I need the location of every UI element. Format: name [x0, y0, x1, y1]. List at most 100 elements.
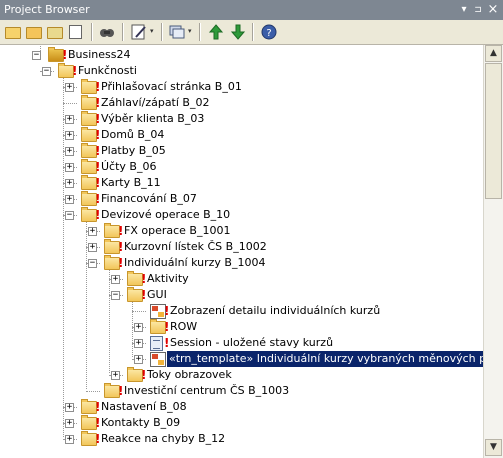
- pin-icon[interactable]: ⊐: [471, 3, 485, 17]
- tree-item[interactable]: ! Záhlaví/zápatí B_02: [0, 95, 483, 111]
- locked-marker-icon: !: [95, 192, 101, 206]
- tree-item-label: Financování B_07: [101, 192, 197, 205]
- scroll-thumb[interactable]: [485, 63, 502, 199]
- tree-expander-icon[interactable]: −: [42, 67, 51, 76]
- panel-titlebar: Project Browser ▾ ⊐ ×: [0, 0, 503, 20]
- tree-item[interactable]: +! Přihlašovací stránka B_01: [0, 79, 483, 95]
- locked-marker-icon: !: [164, 320, 170, 334]
- tree-expander-icon[interactable]: +: [88, 243, 97, 252]
- tree-item[interactable]: −! Business24: [0, 47, 483, 63]
- tree-expander-icon[interactable]: +: [88, 227, 97, 236]
- tree-item[interactable]: +! Kontakty B_09: [0, 415, 483, 431]
- tree-item[interactable]: ! Zobrazení detailu individuálních kurzů: [0, 303, 483, 319]
- tree-item-label: Funkčnosti: [78, 64, 137, 77]
- tree-item[interactable]: +! Domů B_04: [0, 127, 483, 143]
- tree-item[interactable]: +! Aktivity: [0, 271, 483, 287]
- tree-item-label: Business24: [68, 48, 131, 61]
- vertical-scrollbar[interactable]: ▲ ▼: [483, 45, 503, 458]
- tree-item-label: Domů B_04: [101, 128, 165, 141]
- tree-expander-icon[interactable]: +: [65, 403, 74, 412]
- edit-icon[interactable]: [131, 24, 147, 40]
- tree-expander-icon[interactable]: +: [65, 115, 74, 124]
- tree-item[interactable]: +! Výběr klienta B_03: [0, 111, 483, 127]
- project-tree: −! Business24−! Funkčnosti +! Přihlašovací s…: [0, 45, 483, 458]
- tree-item-label: Session - uložené stavy kurzů: [170, 336, 334, 349]
- dropdown-icon[interactable]: ▾: [457, 3, 471, 17]
- tree-item[interactable]: +! Nastavení B_08: [0, 399, 483, 415]
- tree-expander-icon[interactable]: +: [111, 275, 120, 284]
- tree-item[interactable]: +! Kurzovní lístek ČS B_1002: [0, 239, 483, 255]
- tree-expander-icon[interactable]: −: [65, 211, 74, 220]
- windows-icon[interactable]: [169, 24, 185, 40]
- tree-connector-line: [86, 391, 100, 392]
- tree-item-label: Devizové operace B_10: [101, 208, 231, 221]
- locked-marker-icon: !: [95, 96, 101, 110]
- locked-marker-icon: !: [95, 112, 101, 126]
- help-icon[interactable]: ?: [261, 24, 277, 40]
- tree-item-label: Nastavení B_08: [101, 400, 187, 413]
- tree-item[interactable]: ! Investiční centrum ČS B_1003: [0, 383, 483, 399]
- edit-dropdown-caret-icon[interactable]: ▾: [150, 27, 154, 35]
- windows-dropdown-caret-icon[interactable]: ▾: [188, 27, 192, 35]
- tree-item[interactable]: −! GUI: [0, 287, 483, 303]
- move-down-icon[interactable]: [230, 24, 246, 40]
- locked-marker-icon: !: [164, 336, 170, 350]
- tree-expander-icon[interactable]: −: [111, 291, 120, 300]
- tree-item-label: Platby B_05: [101, 144, 166, 157]
- tree-expander-icon[interactable]: +: [65, 179, 74, 188]
- tree-item[interactable]: +! Platby B_05: [0, 143, 483, 159]
- new-project-icon[interactable]: [5, 24, 21, 40]
- find-icon[interactable]: [99, 24, 115, 40]
- tree-expander-icon[interactable]: +: [65, 131, 74, 140]
- tree-item[interactable]: +! Session - uložené stavy kurzů: [0, 335, 483, 351]
- tree-expander-icon[interactable]: +: [65, 419, 74, 428]
- tree-item[interactable]: −! Devizové operace B_10: [0, 207, 483, 223]
- tree-expander-icon[interactable]: +: [134, 339, 143, 348]
- locked-marker-icon: !: [118, 384, 124, 398]
- toolbar-separator: [91, 23, 93, 41]
- tree-expander-icon[interactable]: +: [111, 371, 120, 380]
- scroll-down-button[interactable]: ▼: [485, 439, 502, 456]
- tree-expander-icon[interactable]: +: [65, 147, 74, 156]
- locked-marker-icon: !: [95, 400, 101, 414]
- locked-marker-icon: !: [95, 176, 101, 190]
- tree-item-label: FX operace B_1001: [124, 224, 231, 237]
- tree-item[interactable]: +! Reakce na chyby B_12: [0, 431, 483, 447]
- tree-item[interactable]: +! Financování B_07: [0, 191, 483, 207]
- locked-marker-icon: !: [118, 256, 124, 270]
- tree-expander-icon[interactable]: +: [134, 323, 143, 332]
- locked-marker-icon: !: [62, 48, 68, 62]
- gui-element-icon: [150, 352, 166, 367]
- locked-marker-icon: !: [95, 80, 101, 94]
- tree-expander-icon[interactable]: −: [88, 259, 97, 268]
- move-up-icon[interactable]: [208, 24, 224, 40]
- close-icon[interactable]: ×: [486, 3, 500, 17]
- tree-item[interactable]: + «trn_template» Individuální kurzy vybra…: [0, 351, 483, 367]
- tree-item[interactable]: −! Individuální kurzy B_1004: [0, 255, 483, 271]
- toolbar-separator: [161, 23, 163, 41]
- tree-item[interactable]: +! ROW: [0, 319, 483, 335]
- tree-item[interactable]: −! Funkčnosti: [0, 63, 483, 79]
- tree-item-label: Zobrazení detailu individuálních kurzů: [170, 304, 381, 317]
- tree-item[interactable]: +! FX operace B_1001: [0, 223, 483, 239]
- properties-icon[interactable]: [68, 24, 84, 40]
- tree-item-label: Kurzovní lístek ČS B_1002: [124, 240, 267, 253]
- tree-expander-icon[interactable]: +: [65, 435, 74, 444]
- locked-marker-icon: !: [141, 368, 147, 382]
- locked-marker-icon: !: [118, 224, 124, 238]
- tree-item[interactable]: +! Karty B_11: [0, 175, 483, 191]
- tree-item-label: Výběr klienta B_03: [101, 112, 205, 125]
- tree-item[interactable]: +! Toky obrazovek: [0, 367, 483, 383]
- open-folder-icon[interactable]: [26, 24, 42, 40]
- tree-expander-icon[interactable]: +: [65, 83, 74, 92]
- tree-item-label: Přihlašovací stránka B_01: [101, 80, 242, 93]
- tree-view-icon[interactable]: [47, 24, 63, 40]
- panel-title: Project Browser: [4, 3, 90, 16]
- tree-expander-icon[interactable]: +: [65, 163, 74, 172]
- tree-expander-icon[interactable]: +: [65, 195, 74, 204]
- tree-expander-icon[interactable]: −: [32, 51, 41, 60]
- scroll-up-button[interactable]: ▲: [485, 45, 502, 62]
- tree-item-label: «trn_template» Individuální kurzy vybran…: [167, 351, 483, 367]
- tree-item[interactable]: +! Účty B_06: [0, 159, 483, 175]
- tree-expander-icon[interactable]: +: [134, 355, 143, 364]
